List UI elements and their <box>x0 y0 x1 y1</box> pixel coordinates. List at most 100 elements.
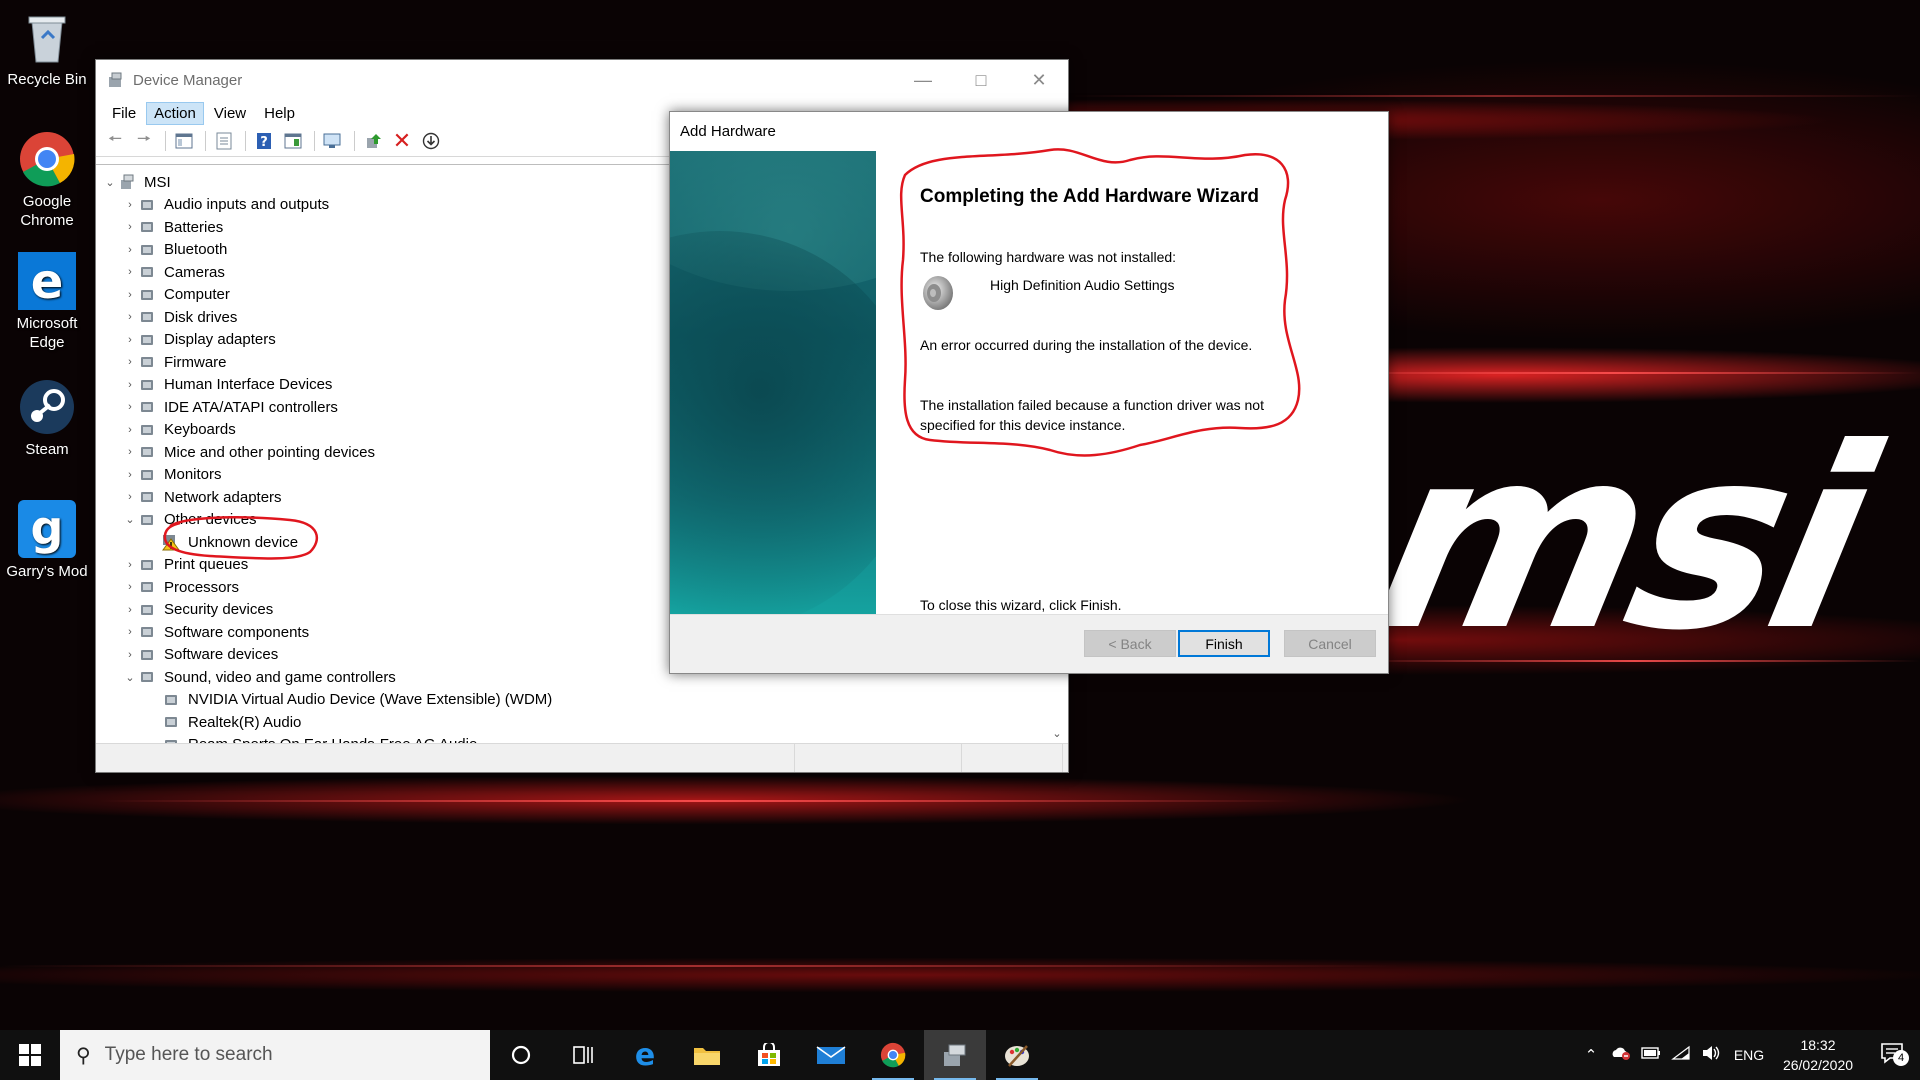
desktop-icon-label: Microsoft Edge <box>16 315 78 351</box>
chrome-icon <box>18 130 76 188</box>
taskbar-paint[interactable] <box>986 1030 1048 1080</box>
add-hardware-dialog: Add Hardware Completing the Add Hardware… <box>669 111 1389 674</box>
tree-device-item[interactable]: NVIDIA Virtual Audio Device (Wave Extens… <box>96 689 1046 712</box>
desktop-icon-google-chrome[interactable]: Google Chrome <box>4 130 90 230</box>
chevron-right-icon[interactable]: › <box>122 604 138 616</box>
taskbar-edge[interactable]: e <box>614 1030 676 1080</box>
taskbar-store[interactable] <box>738 1030 800 1080</box>
chevron-down-icon[interactable]: ⌄ <box>122 671 138 684</box>
bluetooth-icon <box>138 241 156 259</box>
action-pane-icon[interactable] <box>280 129 306 153</box>
back-button[interactable]: < Back <box>1084 630 1176 657</box>
clock-time: 18:32 <box>1800 1037 1836 1053</box>
chevron-up-icon[interactable]: ⌃ <box>1576 1046 1606 1064</box>
chevron-down-icon[interactable]: ⌄ <box>122 513 138 526</box>
menu-file[interactable]: File <box>104 102 144 125</box>
desktop-icon-garrys-mod[interactable]: g Garry's Mod <box>4 500 90 581</box>
recycle-bin-icon <box>18 8 76 66</box>
cortana-button[interactable] <box>490 1030 552 1080</box>
update-driver-icon[interactable] <box>360 129 386 153</box>
wifi-icon[interactable] <box>1666 1045 1696 1065</box>
desktop-icon-steam[interactable]: Steam <box>4 378 90 459</box>
device-manager-icon <box>107 71 125 89</box>
tree-device-item[interactable]: Realtek(R) Audio <box>96 711 1046 734</box>
action-center-button[interactable]: 4 <box>1864 1042 1920 1068</box>
chevron-right-icon[interactable]: › <box>122 334 138 346</box>
monitor-icon <box>138 466 156 484</box>
computer-icon <box>138 286 156 304</box>
scroll-down-icon[interactable]: ⌄ <box>1046 727 1068 740</box>
forward-arrow-icon[interactable]: 🠖 <box>131 129 157 153</box>
tree-root-label: MSI <box>144 173 171 191</box>
computer-root-icon <box>118 173 136 191</box>
desktop-icon-microsoft-edge[interactable]: e Microsoft Edge <box>4 252 90 352</box>
battery-icon <box>138 218 156 236</box>
battery-icon[interactable] <box>1636 1046 1666 1064</box>
tree-category-label: Print queues <box>164 556 249 574</box>
tree-category-label: Security devices <box>164 601 274 619</box>
edge-icon: e <box>634 1037 656 1073</box>
chevron-down-icon[interactable]: ⌄ <box>102 176 118 189</box>
chevron-right-icon[interactable]: › <box>122 649 138 661</box>
chevron-right-icon[interactable]: › <box>122 289 138 301</box>
tree-category-label: Sound, video and game controllers <box>164 668 396 686</box>
tree-device-label: NVIDIA Virtual Audio Device (Wave Extens… <box>188 691 553 709</box>
tree-device-label: Unknown device <box>188 533 299 551</box>
maximize-button[interactable]: □ <box>952 60 1010 100</box>
chevron-right-icon[interactable]: › <box>122 559 138 571</box>
folder-icon <box>694 1048 720 1065</box>
tree-category-label: Network adapters <box>164 488 282 506</box>
chevron-right-icon[interactable]: › <box>122 266 138 278</box>
minimize-button[interactable]: — <box>894 60 952 100</box>
taskbar-mail[interactable] <box>800 1030 862 1080</box>
chevron-right-icon[interactable]: › <box>122 244 138 256</box>
store-bag-icon <box>758 1043 780 1066</box>
close-button[interactable]: ✕ <box>1010 60 1068 100</box>
chevron-right-icon[interactable]: › <box>122 424 138 436</box>
desktop-icon-recycle-bin[interactable]: Recycle Bin <box>4 8 90 89</box>
chevron-right-icon[interactable]: › <box>122 379 138 391</box>
chevron-right-icon[interactable]: › <box>122 626 138 638</box>
taskbar-device-manager[interactable] <box>924 1030 986 1080</box>
back-arrow-icon[interactable]: 🠔 <box>102 129 128 153</box>
language-indicator[interactable]: ENG <box>1726 1047 1772 1063</box>
device-manager-titlebar[interactable]: Device Manager — □ ✕ <box>96 60 1068 100</box>
chevron-right-icon[interactable]: › <box>122 581 138 593</box>
chevron-right-icon[interactable]: › <box>122 401 138 413</box>
scan-hardware-icon[interactable] <box>320 129 346 153</box>
taskbar-search-box[interactable]: ⚲ Type here to search <box>60 1030 490 1080</box>
software-device-icon <box>138 646 156 664</box>
onedrive-error-icon[interactable] <box>1606 1045 1636 1065</box>
properties-icon[interactable] <box>211 129 237 153</box>
speaker-icon <box>138 196 156 214</box>
chevron-right-icon[interactable]: › <box>122 221 138 233</box>
failure-reason-line2: specified for this device instance. <box>920 417 1126 433</box>
task-view-button[interactable] <box>552 1030 614 1080</box>
finish-button[interactable]: Finish <box>1178 630 1270 657</box>
status-pane <box>962 744 1063 772</box>
chevron-right-icon[interactable]: › <box>122 491 138 503</box>
failure-reason-line1: The installation failed because a functi… <box>920 397 1264 413</box>
start-button[interactable] <box>0 1030 60 1080</box>
volume-icon[interactable] <box>1696 1045 1726 1065</box>
cortana-circle-icon <box>511 1045 531 1065</box>
menu-view[interactable]: View <box>206 102 254 125</box>
add-hardware-titlebar[interactable]: Add Hardware <box>670 112 1388 150</box>
cancel-button[interactable]: Cancel <box>1284 630 1376 657</box>
uninstall-device-icon[interactable]: ✕ <box>389 128 415 153</box>
enable-device-icon[interactable] <box>418 129 444 153</box>
chevron-right-icon[interactable]: › <box>122 469 138 481</box>
menu-help[interactable]: Help <box>256 102 303 125</box>
clock[interactable]: 18:32 26/02/2020 <box>1772 1035 1864 1075</box>
show-hide-console-tree-icon[interactable] <box>171 129 197 153</box>
chevron-right-icon[interactable]: › <box>122 199 138 211</box>
chevron-right-icon[interactable]: › <box>122 446 138 458</box>
menu-action[interactable]: Action <box>146 101 204 125</box>
chevron-right-icon[interactable]: › <box>122 356 138 368</box>
security-device-icon <box>138 601 156 619</box>
chevron-right-icon[interactable]: › <box>122 311 138 323</box>
taskbar-chrome[interactable] <box>862 1030 924 1080</box>
help-icon[interactable]: ? <box>251 129 277 153</box>
tree-category-label: Mice and other pointing devices <box>164 443 375 461</box>
taskbar-file-explorer[interactable] <box>676 1030 738 1080</box>
